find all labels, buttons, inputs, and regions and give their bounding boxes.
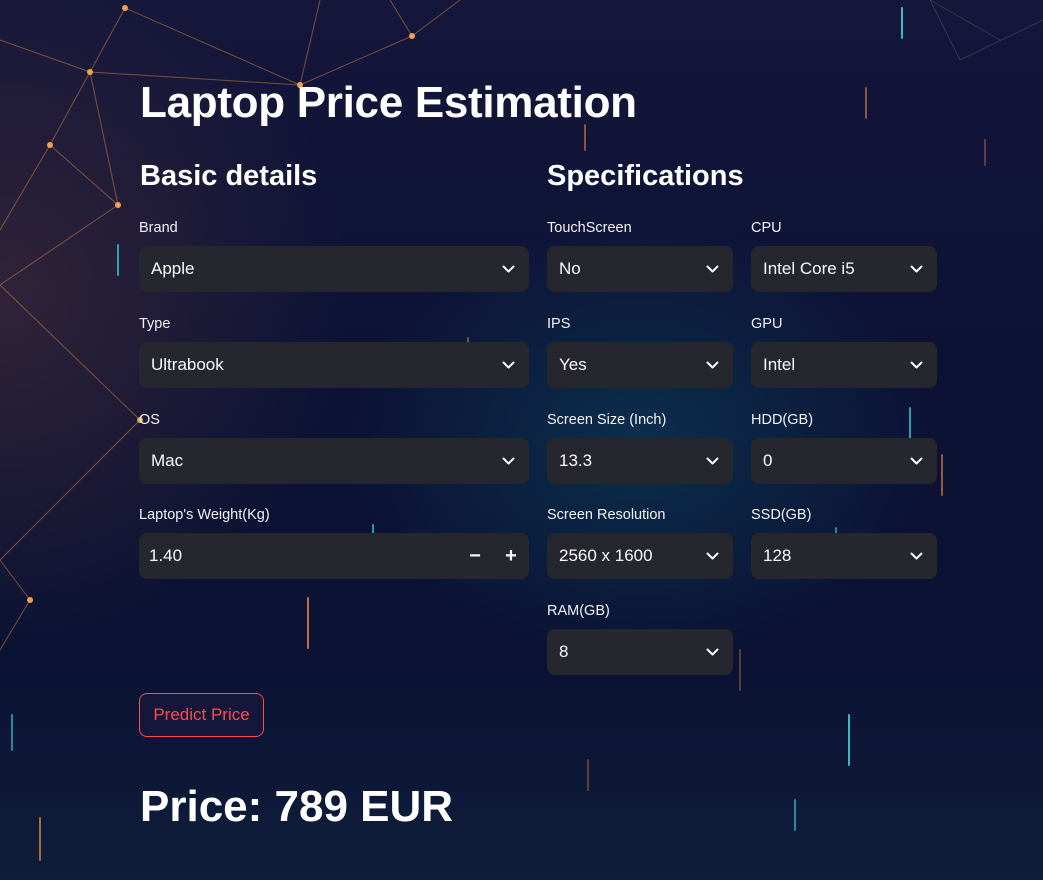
cpu-label: CPU bbox=[751, 220, 782, 236]
chevron-down-icon bbox=[501, 454, 515, 468]
weight-number-input: 1.40 − + bbox=[139, 533, 529, 579]
ssd-value: 128 bbox=[763, 546, 792, 565]
chevron-down-icon bbox=[705, 358, 719, 372]
screen-resolution-select[interactable]: 2560 x 1600 bbox=[547, 533, 733, 579]
screen-size-value: 13.3 bbox=[559, 451, 593, 470]
brand-value: Apple bbox=[151, 259, 195, 278]
weight-increment-button[interactable]: + bbox=[493, 533, 529, 579]
ssd-label: SSD(GB) bbox=[751, 507, 812, 523]
type-select[interactable]: Ultrabook bbox=[139, 342, 529, 388]
hdd-value: 0 bbox=[763, 451, 773, 470]
gpu-value: Intel bbox=[763, 355, 796, 374]
ram-select[interactable]: 8 bbox=[547, 629, 733, 675]
hdd-label: HDD(GB) bbox=[751, 412, 814, 428]
page-title: Laptop Price Estimation bbox=[140, 78, 637, 127]
touchscreen-select[interactable]: No bbox=[547, 246, 733, 292]
ips-select[interactable]: Yes bbox=[547, 342, 733, 388]
app-main: Laptop Price Estimation Basic details Sp… bbox=[0, 0, 1043, 880]
chevron-down-icon bbox=[705, 645, 719, 659]
cpu-select[interactable]: Intel Core i5 bbox=[751, 246, 937, 292]
screen-resolution-label: Screen Resolution bbox=[547, 507, 666, 523]
brand-select[interactable]: Apple bbox=[139, 246, 529, 292]
chevron-down-icon bbox=[705, 549, 719, 563]
weight-decrement-button[interactable]: − bbox=[457, 533, 493, 579]
os-label: OS bbox=[139, 412, 160, 428]
type-value: Ultrabook bbox=[151, 355, 224, 374]
ram-value: 8 bbox=[559, 642, 569, 661]
ssd-select[interactable]: 128 bbox=[751, 533, 937, 579]
type-label: Type bbox=[139, 316, 171, 332]
ips-value: Yes bbox=[559, 355, 587, 374]
gpu-label: GPU bbox=[751, 316, 783, 332]
chevron-down-icon bbox=[909, 262, 923, 276]
chevron-down-icon bbox=[501, 262, 515, 276]
cpu-value: Intel Core i5 bbox=[763, 259, 855, 278]
chevron-down-icon bbox=[909, 454, 923, 468]
ram-label: RAM(GB) bbox=[547, 603, 610, 619]
brand-label: Brand bbox=[139, 220, 178, 236]
weight-label: Laptop's Weight(Kg) bbox=[139, 507, 270, 523]
hdd-select[interactable]: 0 bbox=[751, 438, 937, 484]
chevron-down-icon bbox=[501, 358, 515, 372]
chevron-down-icon bbox=[909, 358, 923, 372]
basic-details-heading: Basic details bbox=[140, 160, 318, 192]
gpu-select[interactable]: Intel bbox=[751, 342, 937, 388]
chevron-down-icon bbox=[705, 454, 719, 468]
screen-size-select[interactable]: 13.3 bbox=[547, 438, 733, 484]
specifications-heading: Specifications bbox=[547, 160, 744, 192]
os-select[interactable]: Mac bbox=[139, 438, 529, 484]
chevron-down-icon bbox=[705, 262, 719, 276]
touchscreen-value: No bbox=[559, 259, 581, 278]
ips-label: IPS bbox=[547, 316, 571, 332]
os-value: Mac bbox=[151, 451, 184, 470]
chevron-down-icon bbox=[909, 549, 923, 563]
touchscreen-label: TouchScreen bbox=[547, 220, 632, 236]
price-result: Price: 789 EUR bbox=[140, 782, 454, 831]
screen-resolution-value: 2560 x 1600 bbox=[559, 546, 653, 565]
screen-size-label: Screen Size (Inch) bbox=[547, 412, 667, 428]
predict-price-button[interactable]: Predict Price bbox=[139, 693, 264, 737]
weight-value[interactable]: 1.40 bbox=[139, 546, 457, 566]
